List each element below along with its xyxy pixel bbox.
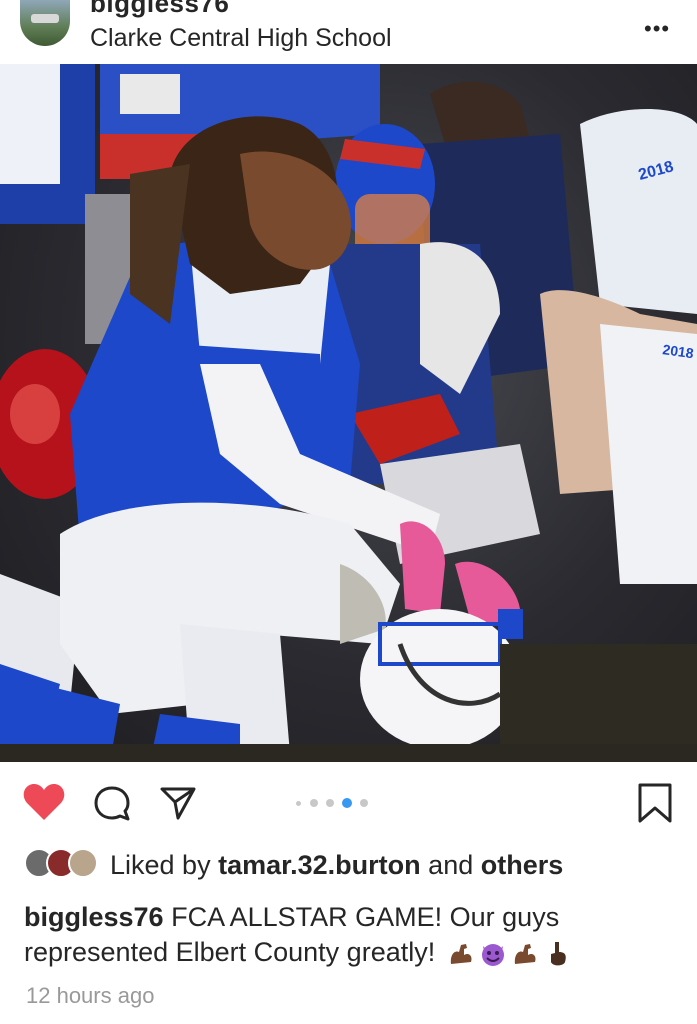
share-icon[interactable] bbox=[158, 784, 198, 824]
carousel-dot-active bbox=[342, 798, 352, 808]
more-icon[interactable]: ••• bbox=[644, 16, 670, 42]
comment-icon[interactable] bbox=[92, 784, 132, 824]
carousel-dot bbox=[296, 801, 301, 806]
flexed-biceps-emoji-icon bbox=[450, 943, 472, 964]
flexed-biceps-emoji-icon bbox=[514, 943, 536, 964]
carousel-dot bbox=[360, 799, 368, 807]
carousel-dot bbox=[326, 799, 334, 807]
football-team-photo: 2018 2018 bbox=[0, 64, 697, 762]
post-header: biggless76 Clarke Central High School ••… bbox=[0, 0, 697, 64]
liker-avatars bbox=[24, 848, 102, 878]
caption: biggless76 FCA ALLSTAR GAME! Our guys re… bbox=[24, 900, 674, 970]
likes-others[interactable]: others bbox=[481, 850, 564, 880]
likes-prefix: Liked by bbox=[110, 850, 211, 880]
caption-username[interactable]: biggless76 bbox=[24, 902, 164, 932]
liker-username[interactable]: tamar.32.burton bbox=[218, 850, 421, 880]
bookmark-icon[interactable] bbox=[637, 782, 673, 824]
liker-avatar bbox=[68, 848, 98, 878]
likes-text: Liked by tamar.32.burton and others bbox=[110, 850, 563, 881]
heart-icon[interactable] bbox=[22, 782, 66, 822]
location-label[interactable]: Clarke Central High School bbox=[90, 24, 392, 53]
carousel-dot bbox=[310, 799, 318, 807]
user-avatar[interactable] bbox=[20, 0, 70, 46]
index-pointing-up-emoji-icon bbox=[550, 941, 566, 966]
likes-row[interactable]: Liked by tamar.32.burton and others bbox=[24, 848, 684, 882]
post-timestamp: 12 hours ago bbox=[26, 983, 155, 1008]
smiling-devil-emoji-icon bbox=[481, 943, 504, 966]
username[interactable]: biggless76 bbox=[90, 0, 229, 19]
post-photo[interactable]: 2018 2018 bbox=[0, 64, 697, 762]
likes-joiner: and bbox=[428, 850, 474, 880]
